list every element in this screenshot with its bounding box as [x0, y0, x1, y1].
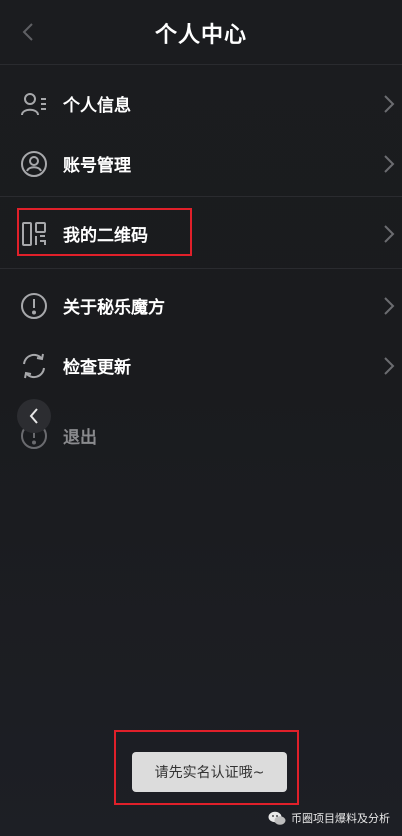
watermark-text: 币圈项目爆料及分析	[291, 812, 390, 825]
toast-message: 请先实名认证哦~	[132, 752, 287, 792]
refresh-icon	[19, 351, 49, 381]
chevron-right-icon	[384, 155, 395, 173]
menu-item-update[interactable]: 检查更新	[0, 336, 402, 396]
menu-item-profile[interactable]: 个人信息	[0, 74, 402, 134]
chevron-right-icon	[384, 225, 395, 243]
watermark: 币圈项目爆料及分析	[268, 808, 390, 828]
chevron-right-icon	[384, 357, 395, 375]
top-bar: 个人中心	[0, 0, 402, 64]
wechat-icon	[268, 811, 286, 825]
header-divider	[0, 64, 402, 65]
chevron-right-icon	[384, 297, 395, 315]
menu-item-label: 个人信息	[63, 96, 131, 116]
menu-item-label: 退出	[63, 428, 97, 448]
menu-item-about[interactable]: 关于秘乐魔方	[0, 276, 402, 336]
section-divider	[0, 196, 402, 197]
menu-item-label: 账号管理	[63, 156, 131, 176]
chevron-right-icon	[384, 95, 395, 113]
highlight-box	[17, 208, 192, 256]
chevron-left-icon	[29, 408, 38, 424]
account-icon	[19, 149, 49, 179]
menu-item-logout[interactable]: 退出	[0, 406, 402, 466]
menu-item-label: 关于秘乐魔方	[63, 298, 165, 318]
page-title: 个人中心	[154, 23, 247, 48]
user-info-icon	[19, 89, 49, 119]
about-icon	[19, 291, 49, 321]
section-divider	[0, 268, 402, 269]
menu-item-account[interactable]: 账号管理	[0, 134, 402, 194]
menu-item-label: 检查更新	[63, 358, 131, 378]
floating-back-button[interactable]	[17, 399, 51, 433]
